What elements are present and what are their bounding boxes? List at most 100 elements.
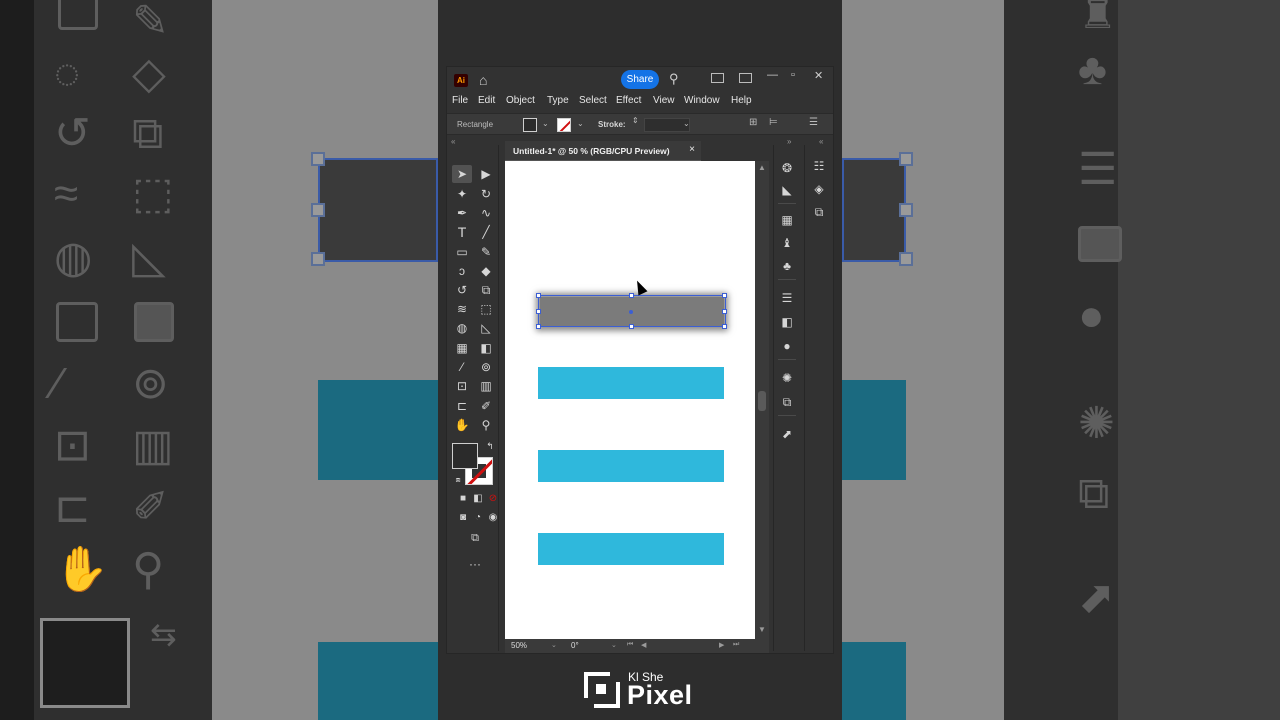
selection-handle[interactable] (536, 293, 541, 298)
menu-effect[interactable]: Effect (616, 95, 641, 106)
canvas-area[interactable]: ▲ ▼ (505, 161, 769, 639)
artboard-tool-icon[interactable]: ⊏ (452, 397, 472, 415)
symbol-sprayer-tool-icon[interactable]: ⊡ (452, 377, 472, 395)
transparency-panel-icon[interactable]: ● (777, 337, 797, 355)
panel-menu-icon[interactable]: ☰ (809, 117, 818, 128)
screen-mode-icon[interactable]: ⧉ (465, 529, 485, 547)
menu-window[interactable]: Window (684, 95, 720, 106)
selection-handle[interactable] (722, 324, 727, 329)
selection-handle[interactable] (536, 324, 541, 329)
menu-edit[interactable]: Edit (478, 95, 495, 106)
properties-icon[interactable]: ◣ (777, 181, 797, 199)
zoom-level[interactable]: 50% (511, 641, 527, 650)
menu-object[interactable]: Object (506, 95, 535, 106)
type-tool-icon[interactable]: T (452, 223, 472, 241)
hand-tool-icon[interactable]: ✋ (452, 416, 472, 434)
minimize-icon[interactable]: — (767, 69, 778, 81)
export-icon[interactable]: ⬈ (777, 425, 797, 443)
default-colors-icon[interactable]: ⧈ (448, 471, 468, 489)
stroke-panel-icon[interactable]: ☰ (777, 289, 797, 307)
puppet-warp-icon[interactable]: ❂ (777, 159, 797, 177)
rotate-tool-icon[interactable]: ↺ (452, 281, 472, 299)
pen-tool-icon[interactable]: ✒ (452, 204, 472, 222)
magic-wand-tool-icon[interactable]: ✦ (452, 185, 472, 203)
shape-builder-tool-icon[interactable]: ◍ (452, 319, 472, 337)
eyedropper-tool-icon[interactable]: ⁄ (452, 358, 472, 376)
scroll-thumb[interactable] (758, 391, 766, 411)
zoom-tool-icon[interactable]: ⚲ (476, 416, 496, 434)
symbols-icon[interactable]: ♣ (777, 257, 797, 275)
warp-tool-icon[interactable]: ≋ (452, 300, 472, 318)
stepper-icon[interactable]: ⇕ (632, 116, 639, 125)
slice-tool-icon[interactable]: ✐ (476, 397, 496, 415)
appearance-panel-icon[interactable]: ✺ (777, 369, 797, 387)
selection-handle[interactable] (629, 293, 634, 298)
blue-rectangle[interactable] (538, 533, 724, 565)
blend-tool-icon[interactable]: ⊚ (476, 358, 496, 376)
close-icon[interactable]: × (689, 144, 695, 155)
chevron-down-icon[interactable]: ⌄ (577, 119, 584, 128)
last-artboard-icon[interactable]: ⏭ (733, 641, 739, 649)
blue-rectangle[interactable] (538, 367, 724, 399)
layers-panel-icon[interactable]: ◈ (809, 180, 829, 198)
lasso-tool-icon[interactable]: ↻ (476, 185, 496, 203)
chevron-down-icon[interactable]: ⌄ (542, 119, 549, 128)
shaper-tool-icon[interactable]: ↄ (452, 262, 472, 280)
first-artboard-icon[interactable]: ⏮ (627, 641, 633, 649)
menu-type[interactable]: Type (547, 95, 569, 106)
scale-tool-icon[interactable]: ⧉ (476, 281, 496, 299)
draw-inside-icon[interactable]: ◉ (483, 509, 503, 527)
artboard[interactable] (505, 161, 755, 639)
align-icon[interactable]: ⊞ (749, 117, 757, 128)
curvature-tool-icon[interactable]: ∿ (476, 204, 496, 222)
mesh-tool-icon[interactable]: ▦ (452, 339, 472, 357)
selection-handle[interactable] (722, 309, 727, 314)
edit-toolbar-icon[interactable]: ··· (465, 555, 485, 573)
menu-file[interactable]: File (452, 95, 468, 106)
direct-selection-tool-icon[interactable]: ▶ (476, 165, 496, 183)
column-graph-tool-icon[interactable]: ▥ (476, 377, 496, 395)
none-mode-icon[interactable]: ⊘ (483, 490, 503, 508)
selection-handle[interactable] (536, 309, 541, 314)
workspace-icon[interactable] (739, 73, 752, 83)
fill-color-swatch[interactable] (523, 118, 537, 132)
arrange-documents-icon[interactable] (711, 73, 724, 83)
swap-fill-stroke-icon[interactable]: ↰ (480, 437, 500, 455)
gradient-panel-icon[interactable]: ◧ (777, 313, 797, 331)
close-window-icon[interactable]: ✕ (814, 69, 823, 82)
blue-rectangle[interactable] (538, 450, 724, 482)
align-panel-icon[interactable]: ⧉ (777, 393, 797, 411)
selection-handle[interactable] (629, 324, 634, 329)
document-tab[interactable]: Untitled-1* @ 50 % (RGB/CPU Preview) × (505, 141, 701, 161)
libraries-panel-icon[interactable]: ⧉ (809, 203, 829, 221)
search-icon[interactable]: ⚲ (669, 71, 679, 87)
stroke-color-swatch[interactable] (557, 118, 571, 132)
menu-view[interactable]: View (653, 95, 675, 106)
menu-select[interactable]: Select (579, 95, 607, 106)
rotation-value[interactable]: 0° (571, 641, 579, 650)
scroll-up-icon[interactable]: ▲ (758, 163, 766, 172)
share-button[interactable]: Share (621, 70, 659, 89)
perspective-grid-tool-icon[interactable]: ◺ (476, 319, 496, 337)
scroll-down-icon[interactable]: ▼ (758, 625, 766, 634)
selection-handle[interactable] (722, 293, 727, 298)
free-transform-tool-icon[interactable]: ⬚ (476, 300, 496, 318)
vertical-scrollbar[interactable]: ▲ ▼ (755, 161, 769, 639)
distribute-icon[interactable]: ⊨ (769, 117, 778, 128)
brushes-icon[interactable]: ♝ (777, 234, 797, 252)
previous-artboard-icon[interactable]: ◀ (641, 641, 646, 649)
home-icon[interactable]: ⌂ (479, 72, 487, 88)
rectangle-tool-icon[interactable]: ▭ (452, 243, 472, 261)
chevron-down-icon[interactable]: ⌄ (611, 641, 617, 649)
selection-tool-icon[interactable]: ➤ (452, 165, 472, 183)
chevron-down-icon[interactable]: ⌄ (551, 641, 557, 649)
eraser-tool-icon[interactable]: ◆ (476, 262, 496, 280)
maximize-icon[interactable]: ▫ (791, 69, 795, 81)
menu-help[interactable]: Help (731, 95, 752, 106)
next-artboard-icon[interactable]: ▶ (719, 641, 724, 649)
paintbrush-tool-icon[interactable]: ✎ (476, 243, 496, 261)
properties-panel-icon[interactable]: ☷ (809, 157, 829, 175)
line-tool-icon[interactable]: ╱ (476, 223, 496, 241)
swatches-icon[interactable]: ▦ (777, 211, 797, 229)
gradient-tool-icon[interactable]: ◧ (476, 339, 496, 357)
